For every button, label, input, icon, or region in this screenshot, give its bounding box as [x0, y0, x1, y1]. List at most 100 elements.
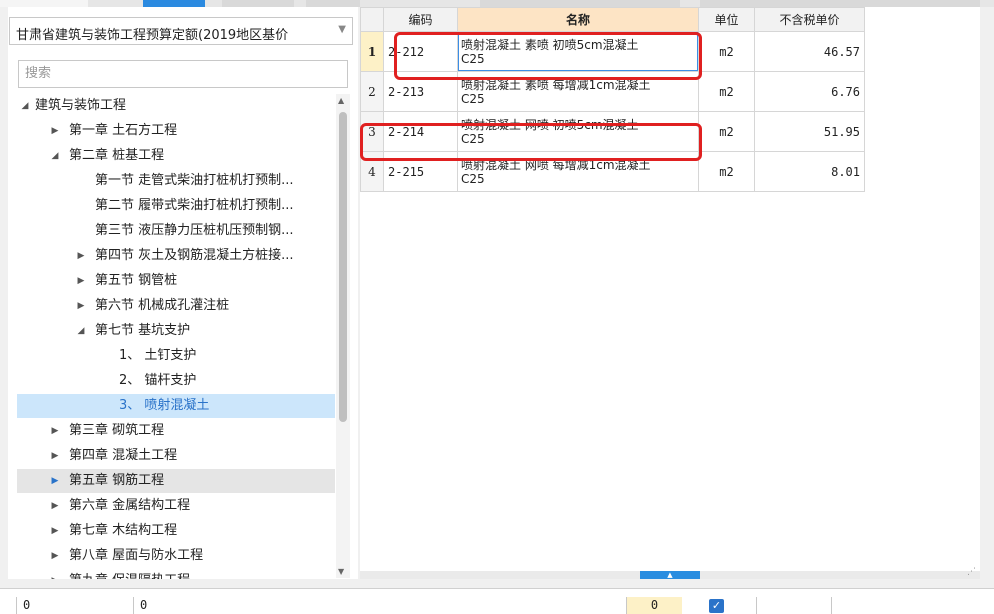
tree-scroll-thumb[interactable] [339, 112, 347, 422]
tab-fragment[interactable] [306, 0, 360, 7]
tree-node[interactable]: ▶ 第四节 灰土及钢筋混凝土方桩接... [17, 244, 335, 268]
expand-arrow-icon[interactable]: ▶ [49, 569, 61, 579]
tab-fragment[interactable] [222, 0, 294, 7]
code-cell[interactable]: 2-214 [383, 111, 458, 152]
tree-node[interactable]: ◢ 建筑与装饰工程 [17, 94, 335, 118]
tree-node-label: 1、 土钉支护 [119, 348, 197, 363]
tree-node[interactable]: 第二节 履带式柴油打桩机打预制... [17, 194, 335, 218]
grade-text: C25 [461, 91, 485, 106]
code-cell[interactable]: 2-213 [383, 71, 458, 112]
tree-node[interactable]: 3、 喷射混凝土 [17, 394, 335, 418]
name-column-header[interactable]: 名称 [457, 7, 699, 32]
grade-text: C25 [461, 51, 485, 66]
code-cell[interactable]: 2-215 [383, 151, 458, 192]
table-row[interactable]: 2 2-213 喷射混凝土 素喷 每增减1cm混凝土 C25 m2 6.76 [360, 71, 865, 112]
price-column-header[interactable]: 不含税单价 [754, 7, 865, 32]
tree-node[interactable]: ▶ 第六节 机械成孔灌注桩 [17, 294, 335, 318]
tab-fragment[interactable] [700, 0, 980, 7]
expand-arrow-icon[interactable]: ▶ [75, 294, 87, 318]
checked-checkbox-icon[interactable]: ✓ [709, 599, 724, 613]
row-number[interactable]: 4 [360, 151, 384, 192]
chevron-down-icon[interactable]: ▼ [338, 24, 346, 35]
tab-fragment[interactable] [0, 0, 88, 7]
bottom-cell[interactable]: 0 [16, 597, 54, 614]
tree-node-label: 第四章 混凝土工程 [69, 448, 178, 463]
tree-node[interactable]: ▶ 第六章 金属结构工程 [17, 494, 335, 518]
tree-node[interactable]: 2、 锚杆支护 [17, 369, 335, 393]
tree-node[interactable]: ▶ 第五节 钢管桩 [17, 269, 335, 293]
tree-node-label: 第五节 钢管桩 [95, 273, 178, 288]
name-text: 喷射混凝土 网喷 初喷5cm混凝土 [461, 117, 639, 132]
price-cell[interactable]: 6.76 [754, 71, 865, 112]
unit-cell[interactable]: m2 [698, 111, 755, 152]
expand-arrow-icon[interactable]: ▶ [49, 119, 61, 143]
bottom-cell[interactable]: 0 [133, 597, 623, 614]
price-cell[interactable]: 46.57 [754, 31, 865, 72]
search-input[interactable] [19, 61, 331, 85]
tree-node[interactable]: 1、 土钉支护 [17, 344, 335, 368]
chapter-tree: ◢ 建筑与装饰工程 ▶ 第一章 土石方工程 ◢ 第二章 桩基工程 第一节 走管式柴油打桩机打… [17, 94, 335, 579]
tree-node[interactable]: ▶ 第五章 钢筋工程 [17, 469, 335, 493]
expand-arrow-icon[interactable]: ▶ [49, 444, 61, 468]
unit-column-header[interactable]: 单位 [698, 7, 755, 32]
unit-cell[interactable]: m2 [698, 71, 755, 112]
expand-arrow-icon[interactable]: ▶ [49, 519, 61, 543]
name-cell[interactable]: 喷射混凝土 网喷 每增减1cm混凝土 C25 [457, 151, 699, 192]
tree-node-label: 3、 喷射混凝土 [119, 398, 210, 413]
tree-node-label: 第一章 土石方工程 [69, 123, 178, 138]
tree-node[interactable]: ▶ 第九章 保温隔热工程 [17, 569, 335, 579]
tree-node-label: 第七节 基坑支护 [95, 323, 191, 338]
bottom-cell-empty[interactable] [756, 597, 832, 614]
tree-node-label: 建筑与装饰工程 [35, 98, 127, 113]
tree-node[interactable]: ◢ 第七节 基坑支护 [17, 319, 335, 343]
tree-node[interactable]: 第三节 液压静力压桩机压预制钢... [17, 219, 335, 243]
price-cell[interactable]: 8.01 [754, 151, 865, 192]
expand-arrow-icon[interactable]: ▶ [49, 494, 61, 518]
tree-node[interactable]: ▶ 第三章 砌筑工程 [17, 419, 335, 443]
expand-arrow-icon[interactable]: ▶ [75, 244, 87, 268]
resize-grip-icon[interactable]: ⋰ [967, 567, 976, 577]
expand-arrow-icon[interactable]: ▶ [49, 544, 61, 568]
quota-list-panel: 编码 名称 单位 不含税单价 1 2-212 喷射混凝土 素喷 初喷5cm混凝土… [360, 7, 980, 579]
row-number[interactable]: 2 [360, 71, 384, 112]
tree-node-label: 第五章 钢筋工程 [69, 473, 165, 488]
expand-arrow-icon[interactable]: ▶ [49, 469, 61, 493]
tab-fragment-active[interactable] [143, 0, 205, 7]
tree-node[interactable]: ▶ 第一章 土石方工程 [17, 119, 335, 143]
tree-node[interactable]: ▶ 第七章 木结构工程 [17, 519, 335, 543]
collapse-arrow-icon[interactable]: ◢ [75, 319, 87, 343]
tree-node[interactable]: ▶ 第四章 混凝土工程 [17, 444, 335, 468]
row-number[interactable]: 1 [360, 31, 384, 72]
table-row[interactable]: 3 2-214 喷射混凝土 网喷 初喷5cm混凝土 C25 m2 51.95 [360, 111, 865, 152]
tree-node-label: 第二节 履带式柴油打桩机打预制... [95, 198, 294, 213]
search-box[interactable] [18, 60, 348, 88]
name-cell[interactable]: 喷射混凝土 素喷 每增减1cm混凝土 C25 [457, 71, 699, 112]
expand-arrow-icon[interactable]: ▶ [49, 419, 61, 443]
quota-library-select[interactable]: 甘肃省建筑与装饰工程预算定额(2019地区基价 ▼ [9, 17, 353, 45]
tab-fragment[interactable] [480, 0, 680, 7]
grade-text: C25 [461, 131, 485, 146]
collapse-arrow-icon[interactable]: ◢ [49, 144, 61, 168]
tree-scrollbar[interactable]: ▲ ▼ [336, 94, 350, 578]
bottom-cell[interactable]: 0 [626, 597, 682, 614]
name-cell[interactable]: 喷射混凝土 网喷 初喷5cm混凝土 C25 [457, 111, 699, 152]
scroll-up-icon[interactable]: ▲ [338, 96, 344, 105]
name-cell[interactable]: 喷射混凝土 素喷 初喷5cm混凝土 C25 [457, 31, 699, 72]
row-number[interactable]: 3 [360, 111, 384, 152]
name-text: 喷射混凝土 素喷 每增减1cm混凝土 [461, 77, 651, 92]
unit-cell[interactable]: m2 [698, 31, 755, 72]
collapse-arrow-icon[interactable]: ◢ [19, 94, 31, 118]
scroll-down-icon[interactable]: ▼ [338, 567, 344, 576]
code-column-header[interactable]: 编码 [383, 7, 458, 32]
horizontal-splitter[interactable]: ▲ [360, 571, 980, 579]
table-row[interactable]: 1 2-212 喷射混凝土 素喷 初喷5cm混凝土 C25 m2 46.57 [360, 31, 865, 72]
price-cell[interactable]: 51.95 [754, 111, 865, 152]
tree-node[interactable]: ▶ 第八章 屋面与防水工程 [17, 544, 335, 568]
table-row[interactable]: 4 2-215 喷射混凝土 网喷 每增减1cm混凝土 C25 m2 8.01 [360, 151, 865, 192]
tree-node[interactable]: 第一节 走管式柴油打桩机打预制... [17, 169, 335, 193]
expand-arrow-icon[interactable]: ▶ [75, 269, 87, 293]
unit-cell[interactable]: m2 [698, 151, 755, 192]
tree-node[interactable]: ◢ 第二章 桩基工程 [17, 144, 335, 168]
chevron-up-icon[interactable]: ▲ [640, 571, 700, 579]
code-cell[interactable]: 2-212 [383, 31, 458, 72]
